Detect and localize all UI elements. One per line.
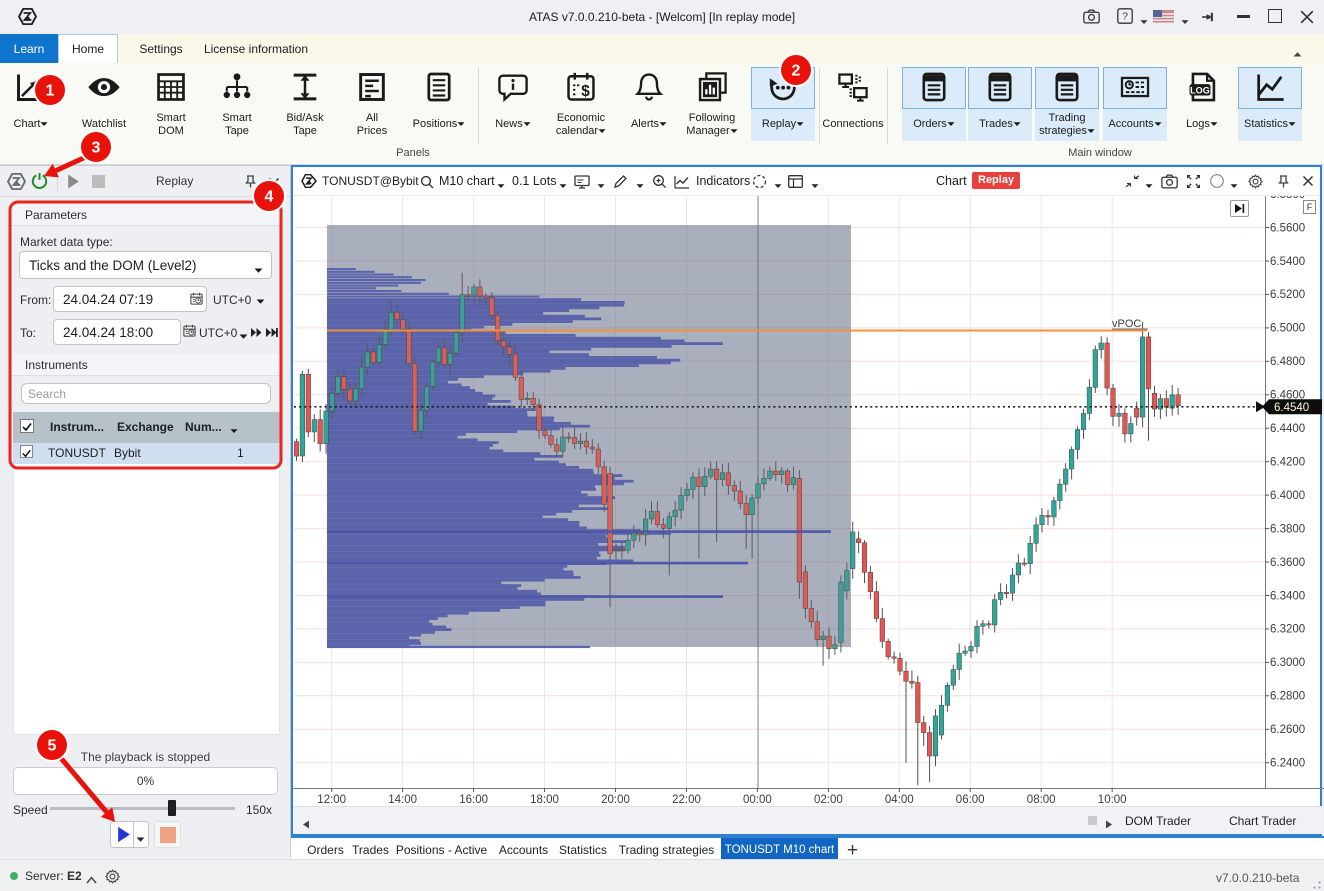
- svg-text:LOG: LOG: [1190, 85, 1210, 95]
- svg-text:?: ?: [1122, 11, 1128, 23]
- svg-text:$: $: [581, 83, 590, 100]
